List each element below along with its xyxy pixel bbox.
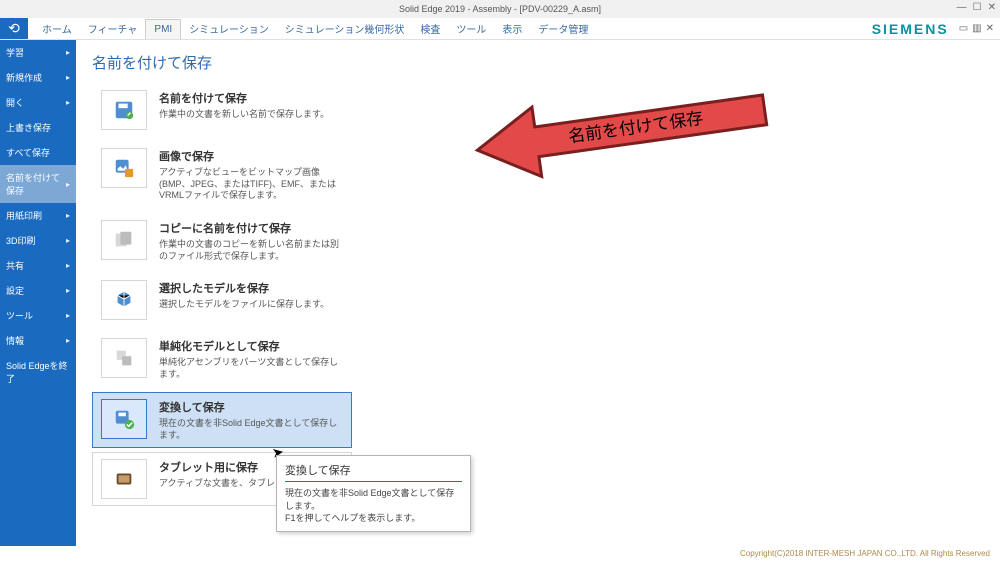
sidebar-item-label: 3D印刷 xyxy=(6,234,36,247)
tab-feature[interactable]: フィーチャ xyxy=(80,17,146,40)
tab-data-management[interactable]: データ管理 xyxy=(530,17,596,40)
sidebar-item-settings[interactable]: 設定 ▸ xyxy=(0,278,76,303)
option-desc: 現在の文書を非Solid Edge文書として保存します。 xyxy=(159,418,343,441)
window-controls: — ☐ ✕ xyxy=(957,2,996,13)
chevron-right-icon: ▸ xyxy=(66,286,70,295)
option-desc: 選択したモデルをファイルに保存します。 xyxy=(159,299,329,311)
image-save-icon xyxy=(101,148,147,188)
chevron-right-icon: ▸ xyxy=(66,48,70,57)
backstage-content: 名前を付けて保存 名前を付けて保存 作業中の文書を新しい名前で保存します。 画像… xyxy=(76,40,1000,546)
sidebar-item-3dprint[interactable]: 3D印刷 ▸ xyxy=(0,228,76,253)
window-restore-icon[interactable]: ▭ xyxy=(959,23,968,34)
brand-logo: SIEMENS xyxy=(872,21,949,37)
option-desc: 作業中の文書のコピーを新しい名前または別のファイル形式で保存します。 xyxy=(159,239,343,262)
option-title: 単純化モデルとして保存 xyxy=(159,338,343,354)
option-title: 変換して保存 xyxy=(159,399,343,415)
chevron-right-icon: ▸ xyxy=(66,261,70,270)
option-save-translated[interactable]: 変換して保存 現在の文書を非Solid Edge文書として保存します。 xyxy=(92,392,352,448)
option-save-copy-as[interactable]: コピーに名前を付けて保存 作業中の文書のコピーを新しい名前または別のファイル形式… xyxy=(92,213,352,269)
sidebar-item-label: 上書き保存 xyxy=(6,121,51,134)
chevron-right-icon: ▸ xyxy=(66,211,70,220)
sidebar-item-print-paper[interactable]: 用紙印刷 ▸ xyxy=(0,203,76,228)
translate-save-icon xyxy=(101,399,147,439)
sidebar-item-label: 学習 xyxy=(6,46,24,59)
sidebar-item-saveas[interactable]: 名前を付けて保存▸ xyxy=(0,165,76,203)
option-title: 選択したモデルを保存 xyxy=(159,280,329,296)
sidebar-item-label: すべて保存 xyxy=(6,146,50,159)
option-title: 画像で保存 xyxy=(159,148,343,164)
option-title: コピーに名前を付けて保存 xyxy=(159,220,343,236)
titlebar: Solid Edge 2019 - Assembly - [PDV-00229_… xyxy=(0,0,1000,18)
sidebar-item-label: 開く xyxy=(6,96,24,109)
tooltip-line: 現在の文書を非Solid Edge文書として保存します。 xyxy=(285,487,462,512)
option-title: 名前を付けて保存 xyxy=(159,90,329,106)
sidebar-item-label: 共有 xyxy=(6,259,24,272)
chevron-right-icon: ▸ xyxy=(66,336,70,345)
tab-simulation-geometry[interactable]: シミュレーション幾何形状 xyxy=(277,17,413,40)
sidebar-item-label: 設定 xyxy=(6,284,24,297)
ribbon-tabs: ホーム フィーチャ PMI シミュレーション シミュレーション幾何形状 検査 ツ… xyxy=(28,18,596,39)
tab-tools[interactable]: ツール xyxy=(448,17,494,40)
maximize-icon[interactable]: ☐ xyxy=(973,2,982,13)
option-desc: アクティブなビューをビットマップ画像(BMP、JPEG、またはTIFF)、EMF… xyxy=(159,167,343,202)
tooltip-line: F1を押してヘルプを表示します。 xyxy=(285,512,462,525)
sidebar-item-saveall[interactable]: すべて保存 xyxy=(0,140,76,165)
backstage-sidebar: 学習▸ 新規作成▸ 開く▸ 上書き保存 すべて保存 名前を付けて保存▸ 用紙印刷… xyxy=(0,40,76,546)
option-save-as-image[interactable]: 画像で保存 アクティブなビューをビットマップ画像(BMP、JPEG、またはTIF… xyxy=(92,141,352,209)
chevron-right-icon: ▸ xyxy=(66,236,70,245)
simplified-save-icon xyxy=(101,338,147,378)
sidebar-item-label: 用紙印刷 xyxy=(6,209,42,222)
tooltip: 変換して保存 現在の文書を非Solid Edge文書として保存します。 F1を押… xyxy=(276,455,471,532)
option-desc: 作業中の文書を新しい名前で保存します。 xyxy=(159,109,329,121)
back-arrow-icon: ⟲ xyxy=(8,20,20,37)
window-layout-icon[interactable]: ▥ xyxy=(972,23,981,34)
option-save-selected-model[interactable]: 選択したモデルを保存 選択したモデルをファイルに保存します。 xyxy=(92,273,352,327)
sidebar-item-open[interactable]: 開く ▸ xyxy=(0,90,76,115)
callout-arrow: 名前を付けて保存 xyxy=(466,80,776,180)
window-title: Solid Edge 2019 - Assembly - [PDV-00229_… xyxy=(399,4,601,14)
tab-simulation[interactable]: シミュレーション xyxy=(181,17,277,40)
option-save-simplified[interactable]: 単純化モデルとして保存 単純化アセンブリをパーツ文書として保存します。 xyxy=(92,331,352,387)
save-as-icon xyxy=(101,90,147,130)
model-save-icon xyxy=(101,280,147,320)
callout-text: 名前を付けて保存 xyxy=(567,109,704,147)
chevron-right-icon: ▸ xyxy=(66,311,70,320)
close-icon[interactable]: ✕ xyxy=(988,2,996,13)
chevron-right-icon: ▸ xyxy=(66,180,70,189)
sidebar-item-new[interactable]: 新規作成 ▸ xyxy=(0,65,76,90)
sidebar-item-info[interactable]: 情報 ▸ xyxy=(0,328,76,353)
main-area: 学習▸ 新規作成▸ 開く▸ 上書き保存 すべて保存 名前を付けて保存▸ 用紙印刷… xyxy=(0,40,1000,546)
tab-home[interactable]: ホーム xyxy=(34,17,80,40)
sidebar-item-label: Solid Edgeを終了 xyxy=(6,359,70,385)
sidebar-item-share[interactable]: 共有 ▸ xyxy=(0,253,76,278)
sidebar-item-exit[interactable]: Solid Edgeを終了 xyxy=(0,353,76,391)
copy-save-icon xyxy=(101,220,147,260)
back-button[interactable]: ⟲ xyxy=(0,18,28,39)
sidebar-item-tools[interactable]: ツール ▸ xyxy=(0,303,76,328)
tab-inspect[interactable]: 検査 xyxy=(412,17,448,40)
footer-copyright: Copyright(C)2018 INTER-MESH JAPAN CO.,LT… xyxy=(0,546,1000,562)
sidebar-item-label: 情報 xyxy=(6,334,24,347)
sidebar-item-label: ツール xyxy=(6,309,33,322)
sidebar-item-label: 名前を付けて保存 xyxy=(6,171,66,197)
tab-view[interactable]: 表示 xyxy=(494,17,530,40)
sidebar-item-learn[interactable]: 学習 ▸ xyxy=(0,40,76,65)
option-desc: 単純化アセンブリをパーツ文書として保存します。 xyxy=(159,357,343,380)
chevron-right-icon: ▸ xyxy=(66,98,70,107)
option-save-as[interactable]: 名前を付けて保存 作業中の文書を新しい名前で保存します。 xyxy=(92,83,352,137)
sidebar-item-save[interactable]: 上書き保存 xyxy=(0,115,76,140)
tooltip-title: 変換して保存 xyxy=(285,462,462,482)
minimize-icon[interactable]: — xyxy=(957,2,967,13)
sidebar-item-label: 新規作成 xyxy=(6,71,42,84)
ribbon-bar: ⟲ ホーム フィーチャ PMI シミュレーション シミュレーション幾何形状 検査… xyxy=(0,18,1000,40)
ribbon-right-icons: ▭ ▥ ✕ xyxy=(959,18,1000,39)
chevron-right-icon: ▸ xyxy=(66,73,70,82)
page-title: 名前を付けて保存 xyxy=(92,52,984,73)
window-close2-icon[interactable]: ✕ xyxy=(986,23,994,34)
tab-pmi[interactable]: PMI xyxy=(145,19,181,39)
tablet-save-icon xyxy=(101,459,147,499)
